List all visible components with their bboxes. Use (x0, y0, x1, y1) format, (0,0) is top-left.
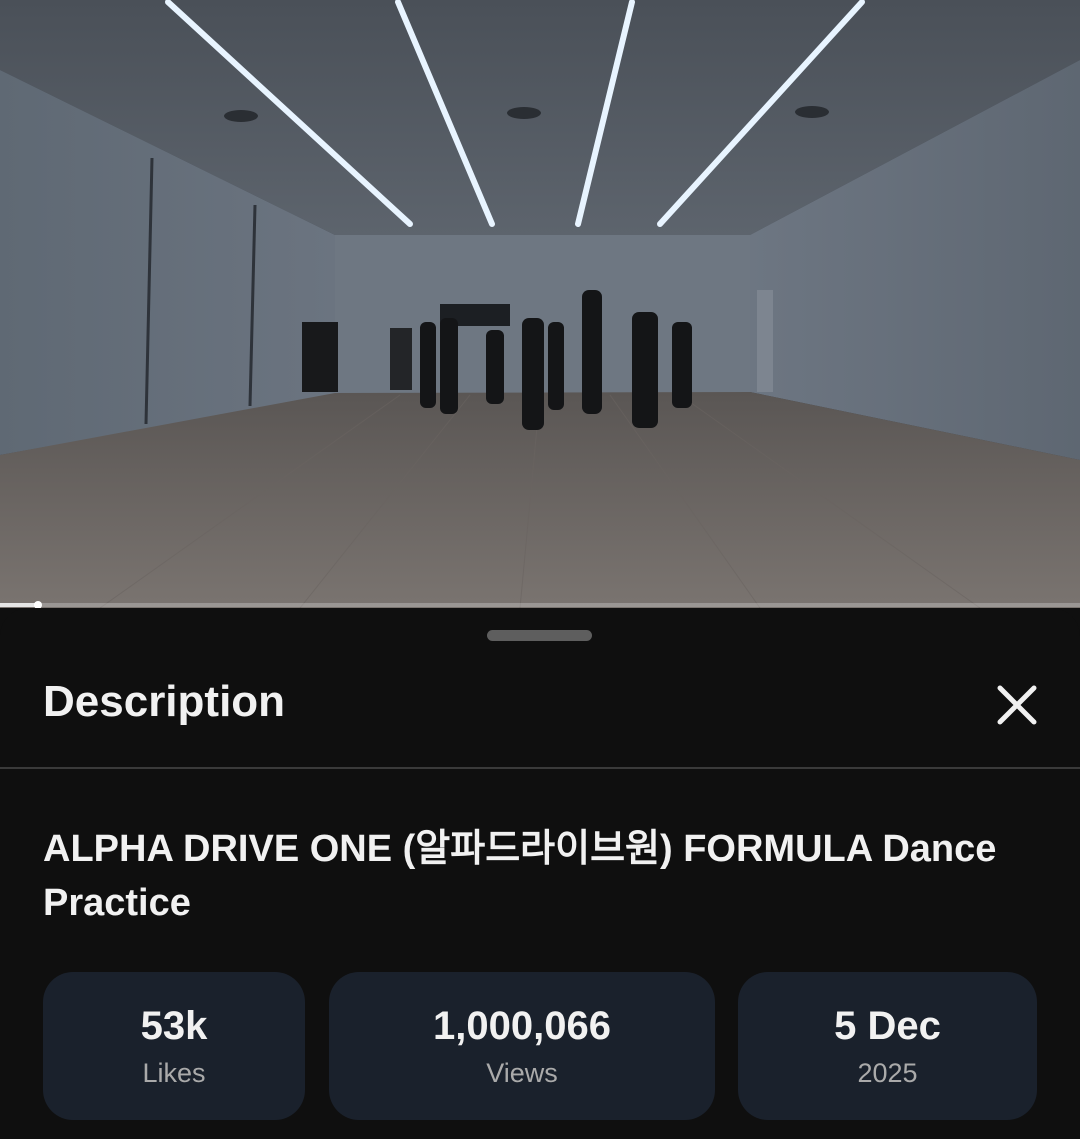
description-sheet: Description ALPHA DRIVE ONE (알파드라이브원) FO… (0, 608, 1080, 1139)
divider (0, 767, 1080, 769)
likes-stat: 53k Likes (43, 972, 305, 1120)
date-stat: 5 Dec 2025 (738, 972, 1037, 1120)
publish-day: 5 Dec (834, 1004, 941, 1048)
close-button[interactable] (986, 674, 1048, 736)
video-frame (0, 0, 1080, 608)
progress-fill (0, 603, 38, 607)
views-label: Views (486, 1058, 558, 1088)
publish-year: 2025 (857, 1058, 918, 1088)
panel-title: Description (43, 677, 286, 726)
likes-label: Likes (142, 1058, 206, 1088)
video-player[interactable] (0, 0, 1080, 608)
video-title: ALPHA DRIVE ONE (알파드라이브원) FORMULA Dance … (43, 828, 997, 924)
drag-handle[interactable] (487, 630, 592, 641)
close-icon (997, 685, 1037, 725)
progress-scrubber[interactable] (33, 601, 42, 608)
views-stat: 1,000,066 Views (329, 972, 715, 1120)
views-count: 1,000,066 (433, 1004, 611, 1048)
progress-bar[interactable] (0, 601, 1080, 608)
likes-count: 53k (140, 1004, 208, 1048)
